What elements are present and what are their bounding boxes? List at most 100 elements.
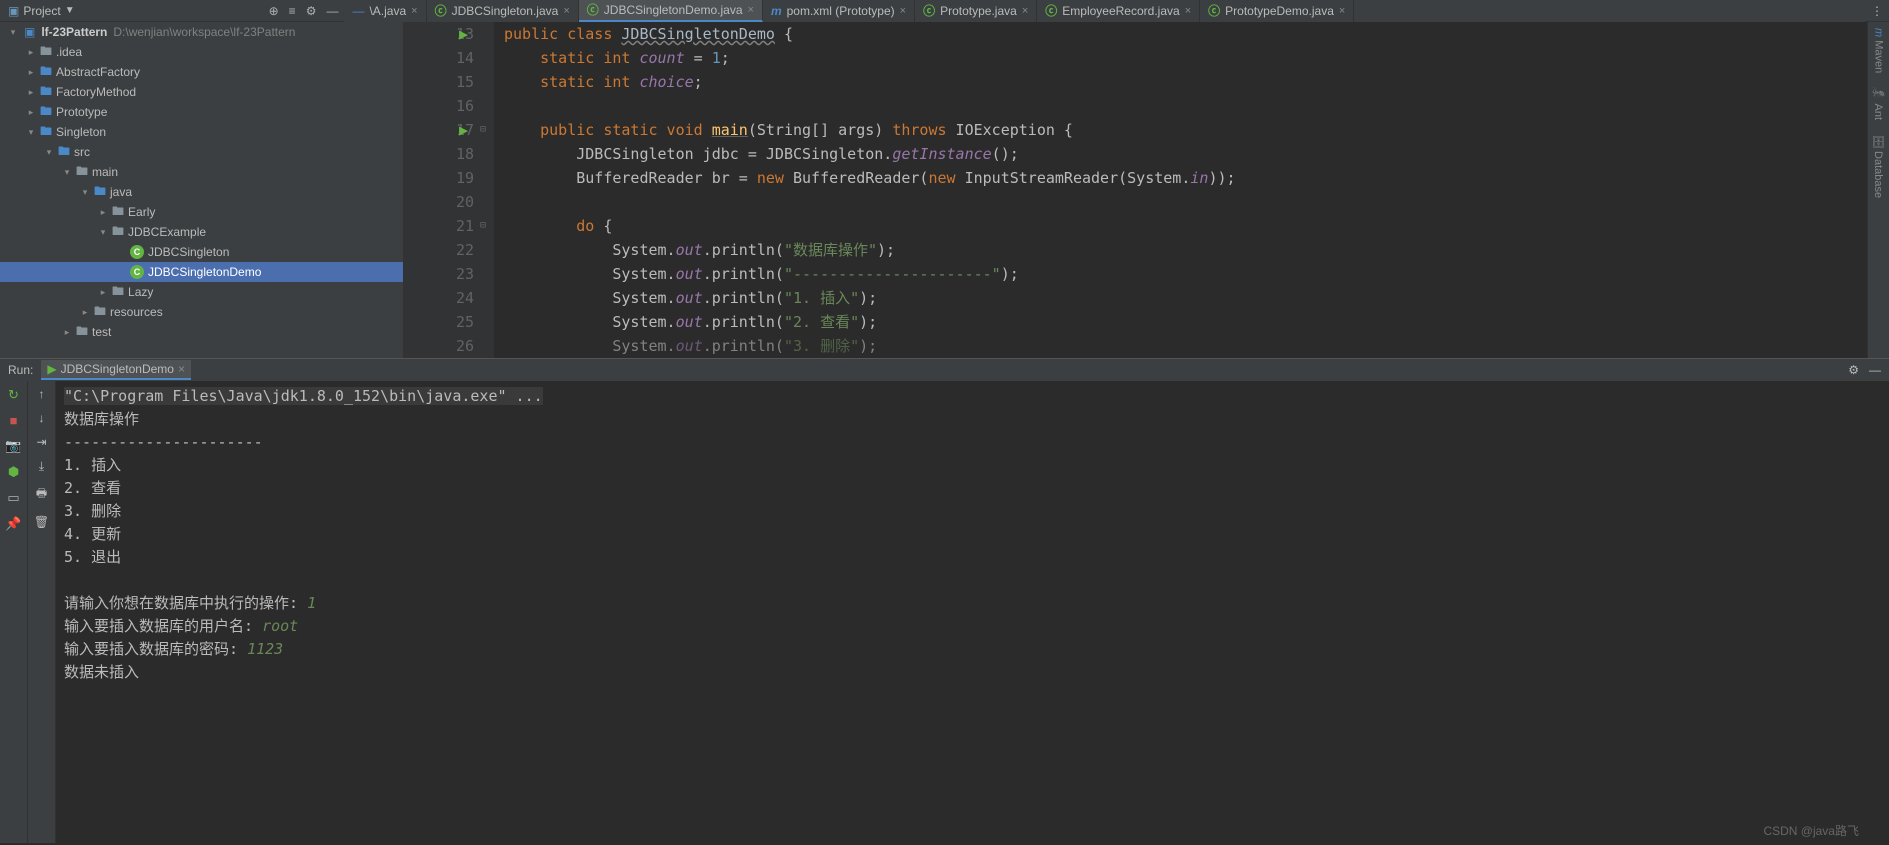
maven-tool-button[interactable]: m Maven bbox=[1873, 28, 1885, 73]
tree-item-label: FactoryMethod bbox=[56, 85, 136, 99]
hide-icon[interactable]: — bbox=[1869, 363, 1881, 377]
layout-icon[interactable]: ▭ bbox=[7, 490, 19, 506]
editor-tab[interactable]: ⓒ EmployeeRecord.java × bbox=[1037, 0, 1200, 22]
close-icon[interactable]: × bbox=[1022, 5, 1028, 17]
tree-arrow-icon[interactable] bbox=[26, 107, 36, 118]
tree-item[interactable]: 🖿.idea bbox=[0, 42, 403, 62]
editor-tab[interactable]: ⓒPrototypeDemo.java× bbox=[1200, 0, 1354, 22]
tree-item[interactable]: 🖿JDBCExample bbox=[0, 222, 403, 242]
tree-item[interactable]: 🖿java bbox=[0, 182, 403, 202]
up-icon[interactable]: ↑ bbox=[39, 387, 45, 401]
maven-icon: m bbox=[771, 4, 782, 18]
class-icon: ⓒ bbox=[435, 2, 447, 19]
project-tool-button[interactable]: ▣ Project ▼ bbox=[0, 0, 83, 21]
tree-item-label: JDBCSingletonDemo bbox=[148, 265, 261, 279]
scroll-icon[interactable]: ⤓ bbox=[39, 459, 44, 474]
editor-tab[interactable]: mpom.xml (Prototype)× bbox=[763, 0, 915, 22]
editor-code[interactable]: public class JDBCSingletonDemo { static … bbox=[494, 22, 1236, 358]
fold-icon[interactable]: ⊟ bbox=[480, 214, 486, 238]
target-icon[interactable]: ⊕ bbox=[269, 4, 279, 18]
folder-icon: 🖿 bbox=[40, 82, 52, 103]
gear-icon[interactable]: ⚙ bbox=[1848, 363, 1859, 377]
class-icon: ⓒ bbox=[1045, 2, 1057, 19]
wrap-icon[interactable]: ⇥ bbox=[36, 435, 46, 449]
tree-item[interactable]: 🖿AbstractFactory bbox=[0, 62, 403, 82]
ant-tool-button[interactable]: 🐜 Ant bbox=[1872, 87, 1885, 120]
tree-item[interactable]: 🖿Singleton bbox=[0, 122, 403, 142]
run-header: Run: ▶ JDBCSingletonDemo × ⚙ — bbox=[0, 359, 1889, 381]
tree-item-label: src bbox=[74, 145, 90, 159]
debug-icon[interactable]: ⬢ bbox=[8, 464, 19, 480]
pin-icon[interactable]: 📌 bbox=[5, 516, 21, 532]
class-icon: ⓒ bbox=[587, 1, 599, 18]
stop-icon[interactable]: ■ bbox=[10, 413, 18, 428]
main-area: ▣ lf-23Pattern D:\wenjian\workspace\lf-2… bbox=[0, 22, 1889, 358]
dump-icon[interactable]: 📷 bbox=[5, 438, 21, 454]
tree-arrow-icon[interactable] bbox=[62, 167, 72, 178]
tree-item[interactable]: 🖿src bbox=[0, 142, 403, 162]
rerun-icon[interactable]: ↻ bbox=[8, 387, 19, 403]
close-icon[interactable]: × bbox=[748, 4, 754, 16]
editor-tab[interactable]: ⓒPrototype.java× bbox=[915, 0, 1037, 22]
close-icon[interactable]: × bbox=[411, 5, 417, 17]
down-icon[interactable]: ↓ bbox=[39, 411, 45, 425]
tree-arrow-icon[interactable] bbox=[80, 307, 90, 318]
tree-item-label: JDBCExample bbox=[128, 225, 206, 239]
close-icon[interactable]: × bbox=[1185, 5, 1191, 17]
class-icon: C bbox=[130, 245, 144, 259]
project-toolbar-icons: ⊕ ≡ ⚙ — bbox=[263, 4, 345, 18]
tree-item[interactable]: 🖿Lazy bbox=[0, 282, 403, 302]
run-gutter-icon[interactable]: ▶ bbox=[459, 118, 468, 142]
console-line: 2. 查看 bbox=[64, 477, 1881, 500]
tree-arrow-icon[interactable] bbox=[98, 227, 108, 238]
class-icon: ⓒ bbox=[1208, 2, 1220, 19]
close-icon[interactable]: × bbox=[563, 5, 569, 17]
application-icon: ▶ bbox=[47, 362, 56, 376]
tree-item[interactable]: 🖿main bbox=[0, 162, 403, 182]
print-icon[interactable]: 🖶 bbox=[36, 484, 47, 505]
editor-gutter[interactable]: 13▶14151617▶⊟18192021⊟2223242526 bbox=[404, 22, 494, 358]
tree-item[interactable]: 🖿 FactoryMethod bbox=[0, 82, 403, 102]
tree-root[interactable]: ▣ lf-23Pattern D:\wenjian\workspace\lf-2… bbox=[0, 22, 403, 42]
clear-icon[interactable]: 🗑 bbox=[34, 515, 49, 529]
tree-arrow-icon[interactable] bbox=[26, 67, 36, 78]
fold-icon[interactable]: ⊟ bbox=[480, 118, 486, 142]
console-output[interactable]: "C:\Program Files\Java\jdk1.8.0_152\bin\… bbox=[56, 381, 1889, 843]
close-icon[interactable]: × bbox=[178, 362, 185, 376]
tree-item[interactable]: 🖿resources bbox=[0, 302, 403, 322]
tabs-overflow-icon[interactable]: ⋮ bbox=[1865, 4, 1889, 18]
run-gutter-icon[interactable]: ▶ bbox=[459, 22, 468, 46]
tree-item-label: resources bbox=[110, 305, 163, 319]
close-icon[interactable]: × bbox=[1339, 5, 1345, 17]
run-config-tab[interactable]: ▶ JDBCSingletonDemo × bbox=[41, 360, 191, 380]
editor-tab[interactable]: ⓒJDBCSingletonDemo.java× bbox=[579, 0, 763, 22]
console-line: 数据未插入 bbox=[64, 661, 1881, 684]
hide-icon[interactable]: — bbox=[326, 4, 338, 18]
tree-arrow-icon[interactable] bbox=[62, 327, 72, 338]
editor-tab[interactable]: ⓒ JDBCSingleton.java × bbox=[427, 0, 579, 22]
tab-label: JDBCSingleton.java bbox=[452, 4, 559, 18]
expand-icon[interactable]: ≡ bbox=[289, 4, 296, 18]
tree-arrow-icon[interactable] bbox=[44, 147, 54, 158]
tree-arrow-icon[interactable] bbox=[26, 47, 36, 58]
tree-arrow-icon[interactable] bbox=[26, 127, 36, 138]
gear-icon[interactable]: ⚙ bbox=[306, 4, 317, 18]
database-tool-button[interactable]: 🗄 Database bbox=[1872, 134, 1885, 198]
code-editor[interactable]: 13▶14151617▶⊟18192021⊟2223242526 public … bbox=[404, 22, 1889, 358]
tree-arrow-icon[interactable] bbox=[80, 187, 90, 198]
tree-item[interactable]: CJDBCSingletonDemo bbox=[0, 262, 403, 282]
tree-arrow-icon[interactable] bbox=[98, 207, 108, 218]
tree-arrow-icon[interactable] bbox=[98, 287, 108, 298]
tree-item[interactable]: 🖿Early bbox=[0, 202, 403, 222]
tab-label: EmployeeRecord.java bbox=[1062, 4, 1179, 18]
tree-arrow-icon[interactable] bbox=[26, 87, 36, 98]
close-icon[interactable]: × bbox=[900, 5, 906, 17]
console-line: "C:\Program Files\Java\jdk1.8.0_152\bin\… bbox=[64, 385, 1881, 408]
editor-tab[interactable]: —\A.java× bbox=[344, 0, 426, 22]
tree-item[interactable]: CJDBCSingleton bbox=[0, 242, 403, 262]
tree-item[interactable]: 🖿Prototype bbox=[0, 102, 403, 122]
chevron-down-icon[interactable] bbox=[8, 27, 18, 38]
console-line: 输入要插入数据库的密码: 1123 bbox=[64, 638, 1881, 661]
tree-item[interactable]: 🖿test bbox=[0, 322, 403, 342]
folder-icon: 🖿 bbox=[112, 282, 124, 303]
